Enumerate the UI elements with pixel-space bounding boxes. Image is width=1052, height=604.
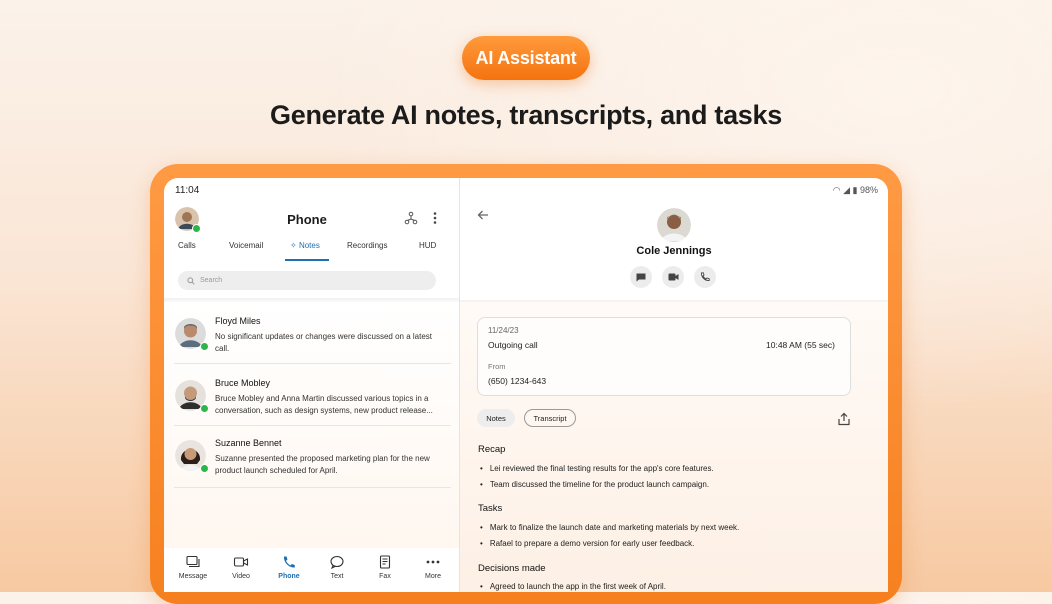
notes-list: Floyd Miles No significant updates or ch… <box>164 302 459 548</box>
ai-assistant-badge: AI Assistant <box>462 36 590 80</box>
headline: Generate AI notes, transcripts, and task… <box>270 100 782 130</box>
task-item: Rafael to prepare a demo version for ear… <box>480 539 695 548</box>
decisions-heading: Decisions made <box>478 563 546 574</box>
contact-name: Cole Jennings <box>636 245 712 257</box>
message-icon <box>186 555 200 568</box>
message-icon <box>636 273 646 281</box>
video-icon <box>233 557 249 567</box>
nav-text[interactable]: Text <box>313 548 361 580</box>
phone-icon <box>283 556 295 568</box>
note-preview: Bruce Mobley and Anna Martin discussed v… <box>215 394 433 415</box>
share-icon[interactable] <box>837 412 851 426</box>
nav-fax[interactable]: Fax <box>361 548 409 580</box>
tasks-heading: Tasks <box>478 503 503 514</box>
status-time: 11:04 <box>175 185 200 196</box>
nav-phone[interactable]: Phone <box>265 548 313 580</box>
nav-label: Phone <box>278 573 300 580</box>
signal-icon: ◢ <box>843 185 850 195</box>
chip-notes[interactable]: Notes <box>477 409 515 427</box>
tab-bar: Calls Voicemail ✧ Notes Recordings HUD <box>164 241 459 261</box>
more-vert-icon[interactable] <box>430 211 440 225</box>
call-detail-pane: ◠ ◢ ▮ 98% Cole Jennings 11/24/23 Outgoin… <box>460 178 888 592</box>
call-date: 11/24/23 <box>488 326 519 335</box>
nav-label: Fax <box>379 573 391 580</box>
nav-video[interactable]: Video <box>217 548 265 580</box>
nav-label: More <box>425 573 441 580</box>
note-preview: Suzanne presented the proposed marketing… <box>215 454 430 475</box>
status-bar: ◠ ◢ ▮ 98% <box>833 185 878 196</box>
call-notes-body: 11/24/23 Outgoing call 10:48 AM (55 sec)… <box>460 302 888 592</box>
nav-label: Video <box>232 573 250 580</box>
divider <box>174 487 451 488</box>
task-item: Mark to finalize the launch date and mar… <box>480 523 739 532</box>
contact-name: Bruce Mobley <box>215 378 271 388</box>
battery-level: 98% <box>859 185 878 195</box>
video-icon <box>668 273 678 281</box>
from-label: From <box>488 362 506 371</box>
decision-item: Agreed to launch the app in the first we… <box>480 582 666 591</box>
message-button[interactable] <box>630 266 652 288</box>
bottom-nav: Message Video Phone Text Fax More <box>164 548 459 592</box>
sparkle-icon: ✧ <box>290 241 297 250</box>
call-type: Outgoing call <box>488 340 538 350</box>
battery-icon: ▮ <box>852 185 858 195</box>
fax-icon <box>379 555 391 569</box>
nav-label: Text <box>330 573 344 580</box>
call-button[interactable] <box>694 266 716 288</box>
more-horiz-icon <box>426 560 440 564</box>
call-time: 10:48 AM (55 sec) <box>766 340 835 350</box>
chip-transcript[interactable]: Transcript <box>524 409 576 427</box>
note-preview: No significant updates or changes were d… <box>215 332 433 353</box>
recap-item: Team discussed the timeline for the prod… <box>480 480 709 489</box>
presence-dot <box>200 342 209 351</box>
search-input[interactable]: Search <box>178 271 436 290</box>
tab-recordings[interactable]: Recordings <box>347 241 387 250</box>
phone-icon <box>701 272 710 281</box>
list-item[interactable]: Bruce Mobley Bruce Mobley and Anna Marti… <box>164 364 459 426</box>
presence-dot <box>200 464 209 473</box>
nav-more[interactable]: More <box>409 548 457 580</box>
list-item[interactable]: Suzanne Bennet Suzanne presented the pro… <box>164 426 459 488</box>
presence-dot <box>200 404 209 413</box>
tab-notes[interactable]: ✧ Notes <box>290 241 320 250</box>
from-number: (650) 1234-643 <box>488 376 547 386</box>
active-tab-indicator <box>285 259 329 261</box>
search-placeholder: Search <box>200 277 223 284</box>
recap-heading: Recap <box>478 444 506 455</box>
tab-notes-label: Notes <box>298 241 320 250</box>
list-item[interactable]: Floyd Miles No significant updates or ch… <box>164 302 459 364</box>
contact-name: Floyd Miles <box>215 316 261 326</box>
call-info-card: 11/24/23 Outgoing call 10:48 AM (55 sec)… <box>477 317 851 396</box>
wifi-icon: ◠ <box>832 185 841 195</box>
phone-pane: 11:04 Phone Calls Voicemail ✧ Notes Reco… <box>164 178 460 592</box>
video-button[interactable] <box>662 266 684 288</box>
nav-message[interactable]: Message <box>169 548 217 580</box>
recap-item: Lei reviewed the final testing results f… <box>480 464 714 473</box>
contact-avatar <box>657 208 691 242</box>
back-arrow-icon[interactable] <box>476 208 490 222</box>
tab-voicemail[interactable]: Voicemail <box>229 241 263 250</box>
tab-calls[interactable]: Calls <box>178 241 196 250</box>
search-icon <box>187 276 195 285</box>
contact-name: Suzanne Bennet <box>215 438 282 448</box>
chat-bubble-icon <box>330 555 344 569</box>
tablet-screen: 11:04 Phone Calls Voicemail ✧ Notes Reco… <box>164 178 888 592</box>
nav-label: Message <box>178 573 208 580</box>
tab-hud[interactable]: HUD <box>419 241 436 250</box>
ai-hub-icon[interactable] <box>404 211 418 225</box>
